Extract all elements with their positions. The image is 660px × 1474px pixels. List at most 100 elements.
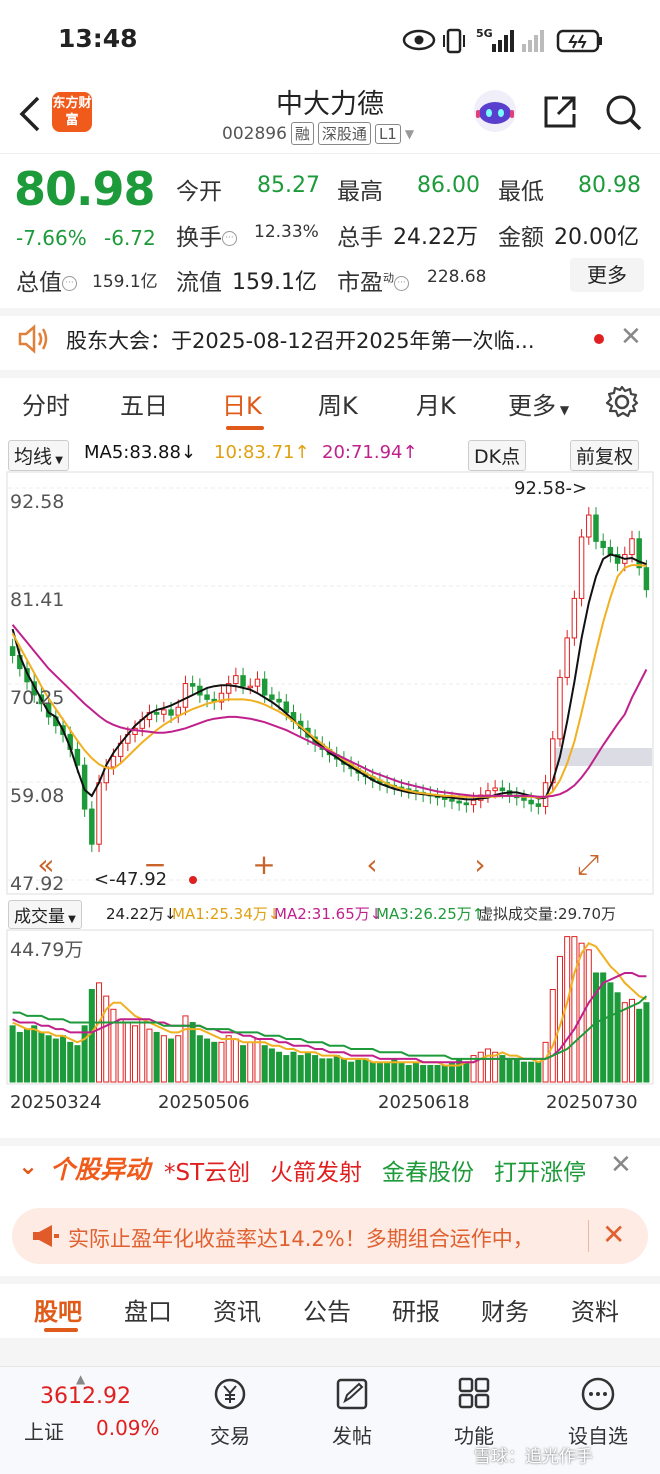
candle-body <box>261 678 268 696</box>
notice-text[interactable]: 股东大会：于2025-08-12召开2025年第一次临... <box>66 325 586 355</box>
tag-level: L1 <box>374 123 401 144</box>
candle-body <box>636 538 642 569</box>
volume-value: 24.22万 <box>393 225 478 250</box>
tab-orderbook[interactable]: 盘口 <box>124 1292 172 1327</box>
mktcap-label[interactable]: 总值 ··· <box>16 263 77 297</box>
float-label: 流值 <box>176 270 222 296</box>
volume-bar <box>23 1028 31 1083</box>
volume-bar <box>9 1025 16 1083</box>
active-tab-underline <box>44 1328 78 1332</box>
dk-point-selector[interactable]: DK点 <box>468 440 527 471</box>
volume-bar <box>607 982 614 1083</box>
rewind-button[interactable]: « <box>37 848 54 881</box>
volume-bar <box>427 1064 434 1083</box>
candle-body <box>96 782 102 845</box>
index-change: 0.09% <box>96 1416 160 1440</box>
tab-five-day[interactable]: 五日 <box>120 386 168 421</box>
zoom-out-button[interactable]: − <box>143 848 166 881</box>
amount-label: 金额 <box>498 225 544 251</box>
tab-daily-k[interactable]: 日K <box>222 386 262 421</box>
candle-body <box>629 538 635 556</box>
volume-bar <box>571 936 578 1083</box>
volume-bar <box>326 1058 333 1083</box>
candle-body <box>499 787 506 792</box>
nav-post-label: 发帖 <box>332 1424 372 1448</box>
volume-bar <box>542 1041 549 1083</box>
volume-bar <box>600 972 607 1083</box>
search-icon[interactable] <box>603 92 643 132</box>
volume-bar <box>614 992 621 1083</box>
mover-name[interactable]: *ST云创 <box>164 1153 250 1187</box>
nav-post[interactable]: 发帖 <box>292 1376 412 1449</box>
mover-name[interactable]: 金春股份 <box>382 1153 474 1187</box>
ma20-value: 20:71.94↑ <box>322 442 418 463</box>
ai-assistant-icon[interactable] <box>470 88 520 134</box>
chevron-down-icon[interactable]: ⌄ <box>18 1152 38 1180</box>
signal-icon <box>492 30 544 52</box>
ma-selector[interactable]: 均线 ▼ <box>8 440 69 471</box>
turnover-label[interactable]: 换手 ··· <box>176 218 237 252</box>
y-tick-label: 81.41 <box>10 589 64 611</box>
volume-bar <box>196 1035 203 1083</box>
candle-body <box>521 797 527 801</box>
nav-add-watchlist[interactable]: 设自选 <box>538 1376 658 1449</box>
share-icon[interactable] <box>540 92 580 132</box>
volume-bar <box>88 988 95 1083</box>
tab-more[interactable]: 更多 ▼ <box>508 386 569 421</box>
next-button[interactable]: › <box>474 848 485 881</box>
tab-intraday[interactable]: 分时 <box>22 386 70 421</box>
close-icon[interactable]: ✕ <box>610 1150 632 1180</box>
volume-bar <box>333 1055 340 1083</box>
volume-bar <box>319 1058 326 1083</box>
candle-body <box>593 514 599 542</box>
volume-bar <box>59 1035 67 1083</box>
adjust-selector[interactable]: 前复权 <box>570 440 640 471</box>
volume-bar <box>31 1025 38 1083</box>
candle-body <box>182 683 189 708</box>
gear-icon[interactable] <box>604 384 640 420</box>
fullscreen-button[interactable]: ⤢ <box>577 848 599 881</box>
volume-bar <box>484 1048 491 1083</box>
volume-chart[interactable]: 44.79万 <box>0 928 660 1086</box>
nav-trade[interactable]: 交易 <box>170 1376 290 1449</box>
close-icon[interactable]: ✕ <box>620 322 642 352</box>
kline-chart[interactable]: 92.5881.4170.2559.0847.92 92.58-> <-47.9… <box>0 470 660 898</box>
vibrate-icon <box>443 28 465 54</box>
promo-text[interactable]: 实际止盈年化收益率达14.2%！多期组合运作中， <box>68 1223 578 1253</box>
tab-weekly-k[interactable]: 周K <box>318 386 358 421</box>
open-label: 今开 <box>176 179 222 205</box>
virtual-volume: 虚拟成交量:29.70万 <box>478 905 616 923</box>
zoom-in-button[interactable]: + <box>252 848 275 881</box>
tab-announcements[interactable]: 公告 <box>303 1292 351 1327</box>
volume-selector[interactable]: 成交量 ▼ <box>8 900 82 929</box>
tab-more-label: 更多 <box>508 392 556 420</box>
nav-functions[interactable]: 功能 <box>414 1376 534 1449</box>
candle-body <box>9 646 16 656</box>
tab-forum[interactable]: 股吧 <box>34 1292 82 1327</box>
pe-label[interactable]: 市盈动 ··· <box>337 263 409 297</box>
volume-bar <box>312 1055 319 1083</box>
open-value: 85.27 <box>257 173 320 198</box>
candle-body <box>643 567 650 591</box>
volume-bar <box>398 1061 405 1083</box>
volume-bar <box>405 1064 412 1083</box>
index-value[interactable]: 3612.92 <box>40 1384 131 1409</box>
float-value: 159.1亿 <box>232 270 317 295</box>
prev-button[interactable]: ‹ <box>366 848 377 881</box>
candle-body <box>535 803 542 807</box>
close-icon[interactable]: ✕ <box>602 1218 625 1251</box>
tab-finance[interactable]: 财务 <box>481 1292 529 1327</box>
more-button[interactable]: 更多 <box>570 258 644 292</box>
tab-profile[interactable]: 资料 <box>571 1292 619 1327</box>
volume-bar <box>124 1022 131 1083</box>
volume-value: 24.22万↓ <box>106 905 177 923</box>
tab-news[interactable]: 资讯 <box>213 1292 261 1327</box>
y-tick-label: 92.58 <box>10 491 64 513</box>
candles <box>9 507 650 853</box>
candle-body <box>600 540 606 549</box>
ma-legend: 均线 ▼ MA5:83.88↓ 10:83.71↑ 20:71.94↑ DK点 … <box>0 438 660 471</box>
last-price: 80.98 <box>14 162 156 216</box>
tab-research[interactable]: 研报 <box>392 1292 440 1327</box>
stock-meta[interactable]: 002896 融 深股通 L1 ▼ <box>222 122 414 145</box>
tab-monthly-k[interactable]: 月K <box>416 386 456 421</box>
